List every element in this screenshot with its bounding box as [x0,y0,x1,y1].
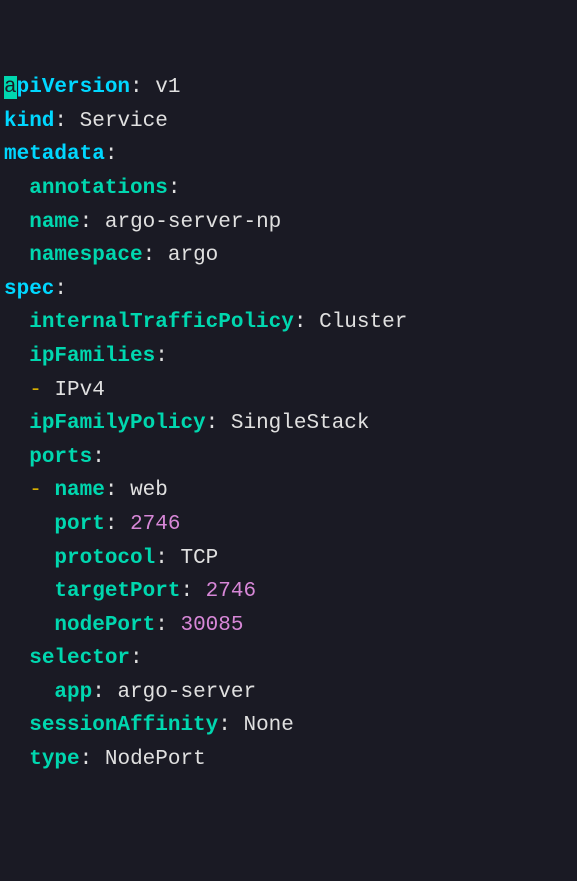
yaml-key: spec [4,278,54,301]
yaml-key: sessionAffinity [29,714,218,737]
yaml-key: ipFamilyPolicy [29,412,205,435]
code-line: targetPort: 2746 [4,575,573,609]
yaml-dash: - [29,379,42,402]
code-line: port: 2746 [4,508,573,542]
cursor: a [4,76,17,99]
colon: : [105,479,118,502]
yaml-value: TCP [180,547,218,570]
colon: : [206,412,219,435]
colon: : [54,278,67,301]
code-line: type: NodePort [4,743,573,777]
yaml-value: None [243,714,293,737]
code-line: apiVersion: v1 [4,71,573,105]
yaml-value: 2746 [130,513,180,536]
colon: : [155,614,168,637]
colon: : [80,211,93,234]
yaml-key: namespace [29,244,142,267]
code-line: kind: Service [4,105,573,139]
code-line: - name: web [4,474,573,508]
code-line: name: argo-server-np [4,206,573,240]
yaml-key: name [29,211,79,234]
yaml-key: ports [29,446,92,469]
code-block: apiVersion: v1kind: Servicemetadata: ann… [4,71,573,776]
yaml-value: IPv4 [54,379,104,402]
colon: : [105,143,118,166]
colon: : [54,110,67,133]
yaml-value: argo-server [117,681,256,704]
code-line: sessionAffinity: None [4,709,573,743]
yaml-value: Cluster [319,311,407,334]
code-line: ports: [4,441,573,475]
yaml-key: ipFamilies [29,345,155,368]
code-line: nodePort: 30085 [4,609,573,643]
code-line: ipFamilies: [4,340,573,374]
yaml-key: piVersion [17,76,130,99]
colon: : [218,714,231,737]
yaml-key: internalTrafficPolicy [29,311,294,334]
colon: : [80,748,93,771]
yaml-dash: - [29,479,42,502]
colon: : [143,244,156,267]
yaml-key: port [54,513,104,536]
yaml-value: web [130,479,168,502]
colon: : [294,311,307,334]
yaml-key: kind [4,110,54,133]
colon: : [168,177,181,200]
code-line: internalTrafficPolicy: Cluster [4,306,573,340]
yaml-key: app [54,681,92,704]
yaml-key: targetPort [54,580,180,603]
colon: : [105,513,118,536]
yaml-key: selector [29,647,130,670]
yaml-value: Service [80,110,168,133]
yaml-value: 30085 [180,614,243,637]
colon: : [155,345,168,368]
yaml-key: protocol [54,547,155,570]
colon: : [130,76,143,99]
yaml-key: name [54,479,104,502]
yaml-key: metadata [4,143,105,166]
colon: : [92,446,105,469]
code-line: annotations: [4,172,573,206]
yaml-key: annotations [29,177,168,200]
code-line: spec: [4,273,573,307]
code-line: ipFamilyPolicy: SingleStack [4,407,573,441]
colon: : [180,580,193,603]
code-line: protocol: TCP [4,542,573,576]
yaml-value: 2746 [206,580,256,603]
yaml-key: type [29,748,79,771]
yaml-value: SingleStack [231,412,370,435]
colon: : [92,681,105,704]
code-line: - IPv4 [4,374,573,408]
code-line: selector: [4,642,573,676]
colon: : [155,547,168,570]
yaml-key: nodePort [54,614,155,637]
code-line: namespace: argo [4,239,573,273]
yaml-value: v1 [155,76,180,99]
code-line: app: argo-server [4,676,573,710]
code-line: metadata: [4,138,573,172]
yaml-value: NodePort [105,748,206,771]
yaml-value: argo [168,244,218,267]
yaml-value: argo-server-np [105,211,281,234]
colon: : [130,647,143,670]
